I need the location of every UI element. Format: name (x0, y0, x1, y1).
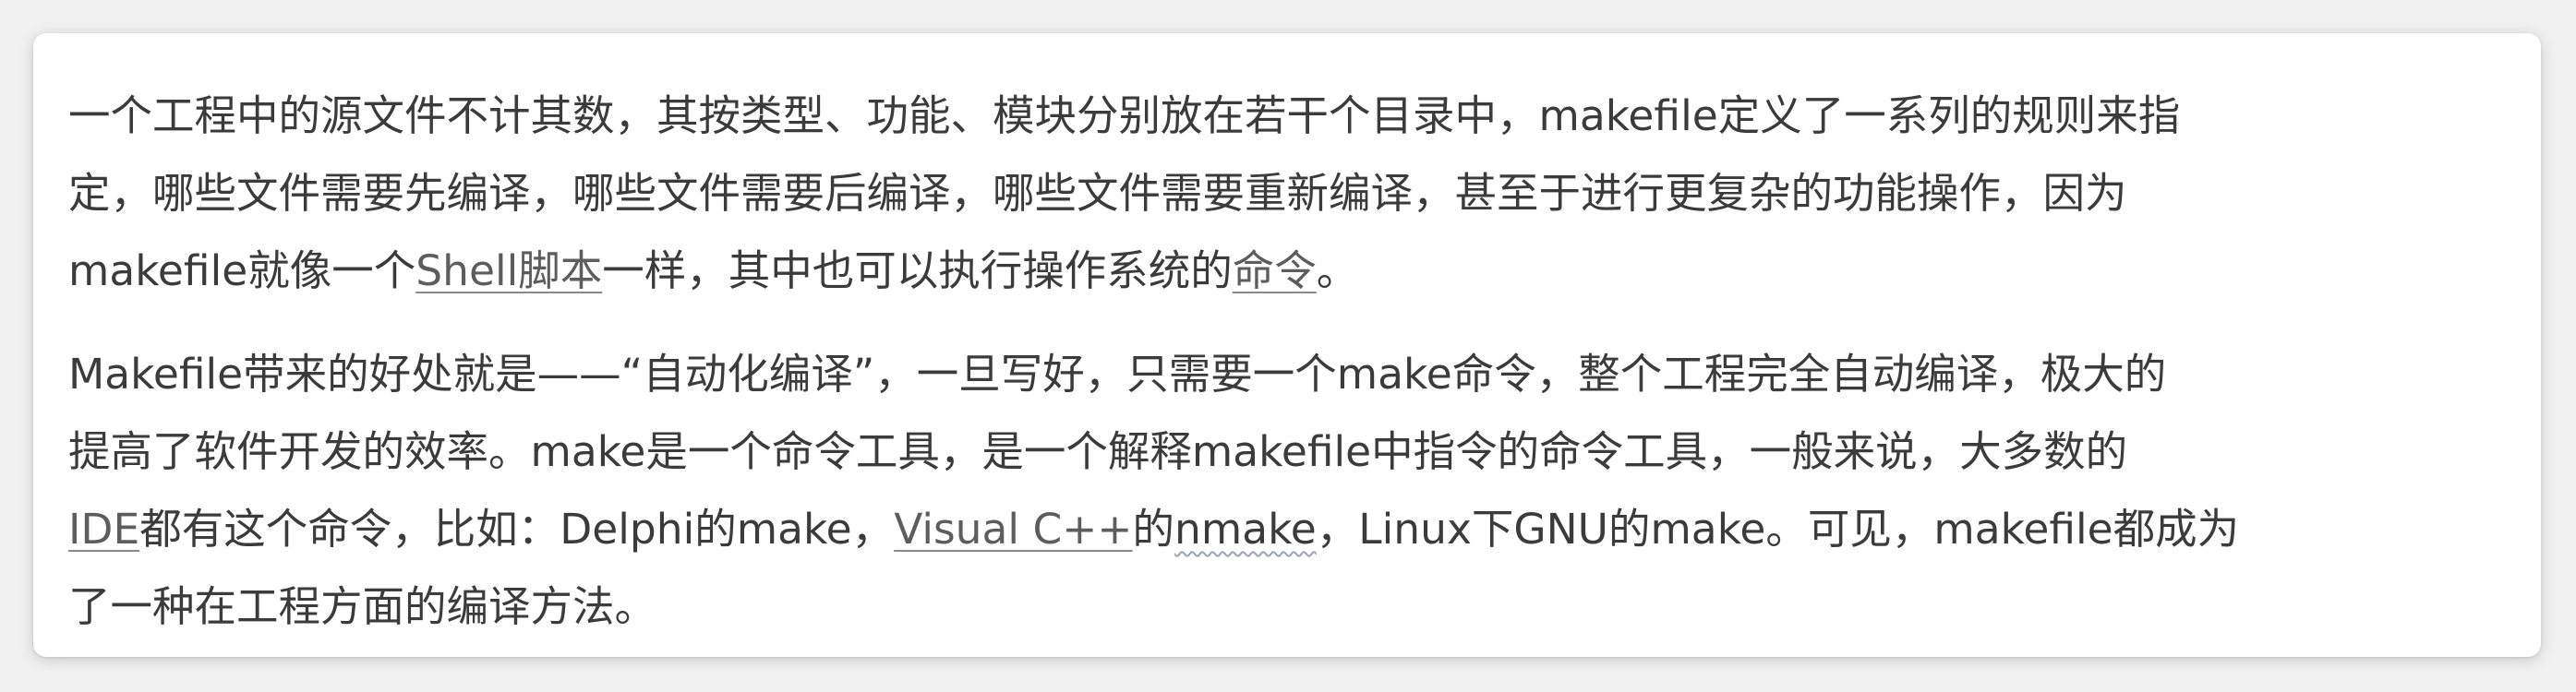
text-segment: 一样，其中也可以执行操作系统的 (602, 246, 1233, 295)
text-segment: 的 (1132, 505, 1175, 554)
text-line: 了一种在工程方面的编译方法。 (68, 582, 657, 631)
nmake-spellcheck-word: nmake (1174, 505, 1317, 554)
ide-link[interactable]: IDE (68, 505, 139, 554)
text-line: 提高了软件开发的效率。make是一个命令工具，是一个解释makefile中指令的… (68, 427, 2128, 476)
text-line: Makefile带来的好处就是——“自动化编译”，一旦写好，只需要一个make命… (68, 350, 2167, 399)
shell-script-link[interactable]: Shell脚本 (415, 246, 602, 295)
text-segment: ，Linux下GNU的make。可见，makefile都成为 (1316, 505, 2240, 554)
command-link[interactable]: 命令 (1233, 246, 1317, 295)
text-line: 一个工程中的源文件不计其数，其按类型、功能、模块分别放在若干个目录中，makef… (68, 91, 2181, 140)
text-line: 定，哪些文件需要先编译，哪些文件需要后编译，哪些文件需要重新编译，甚至于进行更复… (68, 169, 2127, 218)
text-segment: makefile就像一个 (68, 246, 416, 295)
paragraph-makefile-benefits: Makefile带来的好处就是——“自动化编译”，一旦写好，只需要一个make命… (68, 336, 2504, 646)
paragraph-makefile-intro: 一个工程中的源文件不计其数，其按类型、功能、模块分别放在若干个目录中，makef… (68, 78, 2504, 310)
text-line: IDE都有这个命令，比如：Delphi的make，Visual C++的nmak… (68, 491, 2504, 568)
visual-cpp-link[interactable]: Visual C++ (894, 505, 1132, 554)
text-line: makefile就像一个Shell脚本一样，其中也可以执行操作系统的命令。 (68, 233, 2504, 310)
text-segment: 。 (1316, 246, 1359, 295)
article-card: 一个工程中的源文件不计其数，其按类型、功能、模块分别放在若干个目录中，makef… (33, 33, 2541, 657)
text-segment: 都有这个命令，比如：Delphi的make， (139, 505, 895, 554)
